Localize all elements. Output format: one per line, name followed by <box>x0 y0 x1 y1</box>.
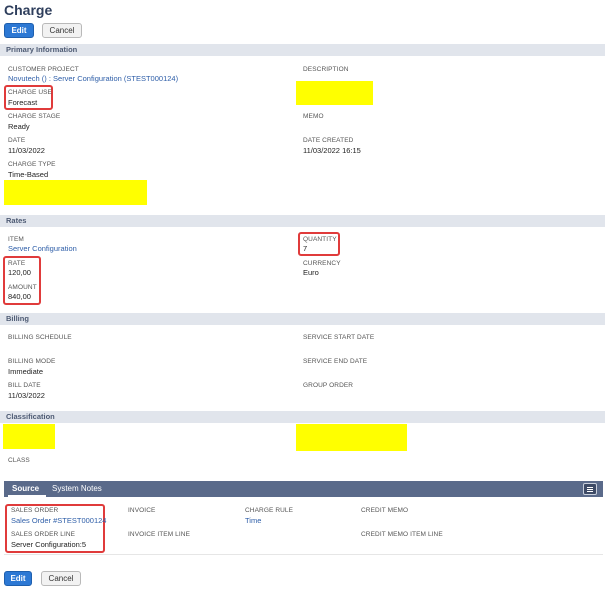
class-label: CLASS <box>8 457 30 464</box>
date-created-label: DATE CREATED <box>303 137 354 144</box>
invoice-label: INVOICE <box>128 507 156 514</box>
billing-mode-label: BILLING MODE <box>8 358 56 365</box>
service-start-date-label: SERVICE START DATE <box>303 334 375 341</box>
date-value: 11/03/2022 <box>8 146 45 155</box>
cancel-button[interactable]: Cancel <box>42 23 82 38</box>
page-title: Charge <box>4 2 53 18</box>
cancel-button-bottom[interactable]: Cancel <box>41 571 81 586</box>
menu-icon[interactable] <box>583 483 597 495</box>
redaction-box <box>3 424 55 449</box>
charge-rule-link[interactable]: Time <box>245 516 261 525</box>
tab-system-notes[interactable]: System Notes <box>52 481 102 497</box>
section-billing[interactable]: Billing <box>0 313 605 325</box>
invoice-item-line-label: INVOICE ITEM LINE <box>128 531 191 538</box>
memo-label: MEMO <box>303 113 324 120</box>
service-end-date-label: SERVICE END DATE <box>303 358 368 365</box>
billing-mode-value: Immediate <box>8 367 44 376</box>
group-order-label: GROUP ORDER <box>303 382 354 389</box>
currency-value: Euro <box>303 268 319 277</box>
subtab-bar: Source System Notes <box>4 481 603 497</box>
bill-date-value: 11/03/2022 <box>8 391 45 400</box>
quantity-value: 7 <box>303 244 308 253</box>
section-rates[interactable]: Rates <box>0 215 605 227</box>
redaction-box <box>4 180 147 205</box>
charge-type-label: CHARGE TYPE <box>8 161 56 168</box>
charge-use-value: Forecast <box>8 98 38 107</box>
section-primary-information[interactable]: Primary Information <box>0 44 605 56</box>
amount-value: 840,00 <box>8 292 31 301</box>
sales-order-label: SALES ORDER <box>11 507 59 514</box>
charge-stage-value: Ready <box>8 122 30 131</box>
description-label: DESCRIPTION <box>303 66 349 73</box>
redaction-box <box>296 81 373 105</box>
item-label: ITEM <box>8 236 24 243</box>
sales-order-link[interactable]: Sales Order #STEST000124 <box>11 516 106 525</box>
credit-memo-label: CREDIT MEMO <box>361 507 409 514</box>
redaction-box <box>296 424 407 451</box>
edit-button[interactable]: Edit <box>4 23 34 38</box>
customer-project-label: CUSTOMER PROJECT <box>8 66 79 73</box>
credit-memo-item-line-label: CREDIT MEMO ITEM LINE <box>361 531 443 538</box>
rate-label: RATE <box>8 260 26 267</box>
section-classification[interactable]: Classification <box>0 411 605 423</box>
bill-date-label: BILL DATE <box>8 382 41 389</box>
charge-use-label: CHARGE USE <box>8 89 52 96</box>
rate-value: 120,00 <box>8 268 31 277</box>
date-created-value: 11/03/2022 16:15 <box>303 146 361 155</box>
charge-stage-label: CHARGE STAGE <box>8 113 61 120</box>
billing-schedule-label: BILLING SCHEDULE <box>8 334 72 341</box>
currency-label: CURRENCY <box>303 260 341 267</box>
sales-order-line-value: Server Configuration:5 <box>11 540 87 549</box>
quantity-label: QUANTITY <box>303 236 337 243</box>
edit-button-bottom[interactable]: Edit <box>4 571 32 586</box>
amount-label: AMOUNT <box>8 284 37 291</box>
sales-order-line-label: SALES ORDER LINE <box>11 531 76 538</box>
date-label: DATE <box>8 137 26 144</box>
charge-type-value: Time-Based <box>8 170 49 179</box>
item-link[interactable]: Server Configuration <box>8 244 77 253</box>
customer-project-link[interactable]: Novutech () : Server Configuration (STES… <box>8 74 178 83</box>
charge-rule-label: CHARGE RULE <box>245 507 294 514</box>
